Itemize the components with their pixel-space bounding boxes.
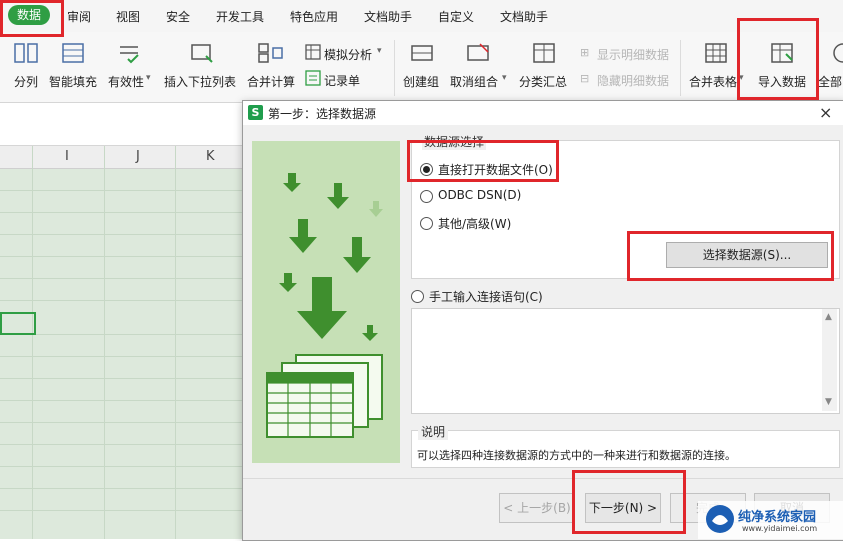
create-group-icon[interactable] — [410, 42, 434, 64]
watermark-name: 纯净系统家园 — [738, 510, 817, 525]
grid-line — [0, 190, 243, 191]
scroll-up-icon[interactable]: ▲ — [825, 312, 832, 322]
ribbon-ungroup[interactable]: 取消组合 — [450, 73, 498, 90]
ribbon-create-group[interactable]: 创建组 — [403, 73, 439, 90]
all-icon[interactable] — [832, 42, 843, 64]
ribbon-record-form[interactable]: 记录单 — [324, 72, 360, 89]
connection-string-textarea[interactable] — [411, 308, 840, 414]
option-odbc-label[interactable]: ODBC DSN(D) — [438, 188, 521, 202]
consolidate-icon[interactable] — [258, 42, 284, 64]
watermark-logo — [706, 505, 734, 533]
grid-line — [0, 422, 243, 423]
what-if-dropdown-icon[interactable]: ▾ — [377, 46, 382, 56]
grid-line — [0, 278, 243, 279]
textarea-scrollbar[interactable]: ▲ ▼ — [822, 309, 837, 411]
hide-detail-icon: ⊟ — [580, 72, 590, 85]
ribbon-validation[interactable]: 有效性 — [108, 73, 144, 90]
import-arrows-illustration — [266, 173, 383, 438]
option-other-label[interactable]: 其他/高级(W) — [438, 215, 511, 232]
ribbon-subtotal[interactable]: 分类汇总 — [519, 73, 567, 90]
menu-doc-helper-2[interactable]: 文档助手 — [500, 8, 548, 25]
menu-custom[interactable]: 自定义 — [438, 8, 474, 25]
ribbon-hide-detail[interactable]: 隐藏明细数据 — [597, 72, 669, 89]
option-manual-connection-label[interactable]: 手工输入连接语句(C) — [429, 288, 543, 305]
highlight-open-file-option — [407, 140, 559, 182]
menu-view[interactable]: 视图 — [116, 8, 140, 25]
grid-line — [0, 212, 243, 213]
grid-line — [0, 256, 243, 257]
description-text: 可以选择四种连接数据源的方式中的一种来进行和数据源的连接。 — [417, 449, 736, 462]
smart-fill-icon[interactable] — [61, 42, 85, 64]
column-k-header[interactable]: K — [206, 149, 215, 164]
merge-tables-icon[interactable] — [704, 42, 728, 64]
ribbon-separator-2 — [680, 40, 681, 96]
grid-line — [104, 146, 105, 539]
grid-line — [0, 234, 243, 235]
scroll-down-icon[interactable]: ▼ — [825, 397, 832, 407]
dialog-title: 第一步：选择数据源 — [268, 107, 377, 121]
description-group-title: 说明 — [418, 423, 449, 440]
show-detail-icon: ⊞ — [580, 46, 590, 59]
menu-dev-tools[interactable]: 开发工具 — [216, 8, 264, 25]
wps-logo-icon: S — [248, 105, 263, 120]
menu-bar: 数据 审阅 视图 安全 开发工具 特色应用 文档助手 自定义 文档助手 — [0, 0, 843, 32]
grid-line — [0, 444, 243, 445]
ribbon-insert-dropdown[interactable]: 插入下拉列表 — [164, 73, 236, 90]
grid-line — [175, 146, 176, 539]
what-if-icon[interactable] — [305, 44, 321, 60]
ribbon-split-column[interactable]: 分列 — [14, 73, 38, 90]
watermark-url: www.yidaimei.com — [742, 524, 818, 533]
close-icon[interactable]: × — [819, 103, 832, 122]
column-j-header[interactable]: J — [136, 149, 140, 164]
column-header: I J K — [0, 146, 243, 169]
grid-line — [0, 378, 243, 379]
ungroup-dropdown-icon[interactable]: ▾ — [502, 73, 507, 83]
ungroup-icon[interactable] — [466, 42, 490, 64]
ribbon-consolidate[interactable]: 合并计算 — [247, 73, 295, 90]
highlight-next-step — [572, 470, 686, 534]
grid-line — [0, 488, 243, 489]
grid-line — [0, 356, 243, 357]
active-cell[interactable] — [0, 312, 36, 335]
highlight-data-tab — [0, 0, 64, 37]
validation-dropdown-icon[interactable]: ▾ — [146, 73, 151, 83]
validation-icon[interactable] — [118, 42, 142, 64]
subtotal-icon[interactable] — [532, 42, 556, 64]
ribbon-all[interactable]: 全部 — [818, 73, 842, 90]
ribbon-what-if[interactable]: 模拟分析 — [324, 46, 372, 63]
ribbon-show-detail[interactable]: 显示明细数据 — [597, 46, 669, 63]
ribbon-separator — [394, 40, 395, 96]
grid-line — [0, 334, 243, 335]
grid-line — [0, 466, 243, 467]
prev-step-button[interactable]: < 上一步(B) — [499, 493, 575, 523]
dropdown-list-icon[interactable] — [190, 42, 214, 64]
ribbon-merge-tables[interactable]: 合并表格 — [689, 73, 737, 90]
menu-doc-helper[interactable]: 文档助手 — [364, 8, 412, 25]
grid-line — [32, 146, 33, 539]
menu-review[interactable]: 审阅 — [67, 8, 91, 25]
grid-line — [0, 510, 243, 511]
grid-line — [0, 300, 243, 301]
radio-odbc[interactable] — [420, 190, 433, 203]
menu-security[interactable]: 安全 — [166, 8, 190, 25]
radio-other[interactable] — [420, 217, 433, 230]
highlight-select-source — [627, 231, 834, 281]
grid-line — [0, 400, 243, 401]
wizard-illustration — [252, 141, 400, 463]
record-form-icon[interactable] — [305, 70, 321, 86]
menu-special-apps[interactable]: 特色应用 — [290, 8, 338, 25]
column-i-header[interactable]: I — [65, 149, 69, 164]
dialog-divider — [243, 478, 843, 479]
ribbon-smart-fill[interactable]: 智能填充 — [49, 73, 97, 90]
split-column-icon[interactable] — [14, 42, 38, 64]
radio-manual-connection[interactable] — [411, 290, 424, 303]
highlight-import-data — [737, 18, 819, 100]
